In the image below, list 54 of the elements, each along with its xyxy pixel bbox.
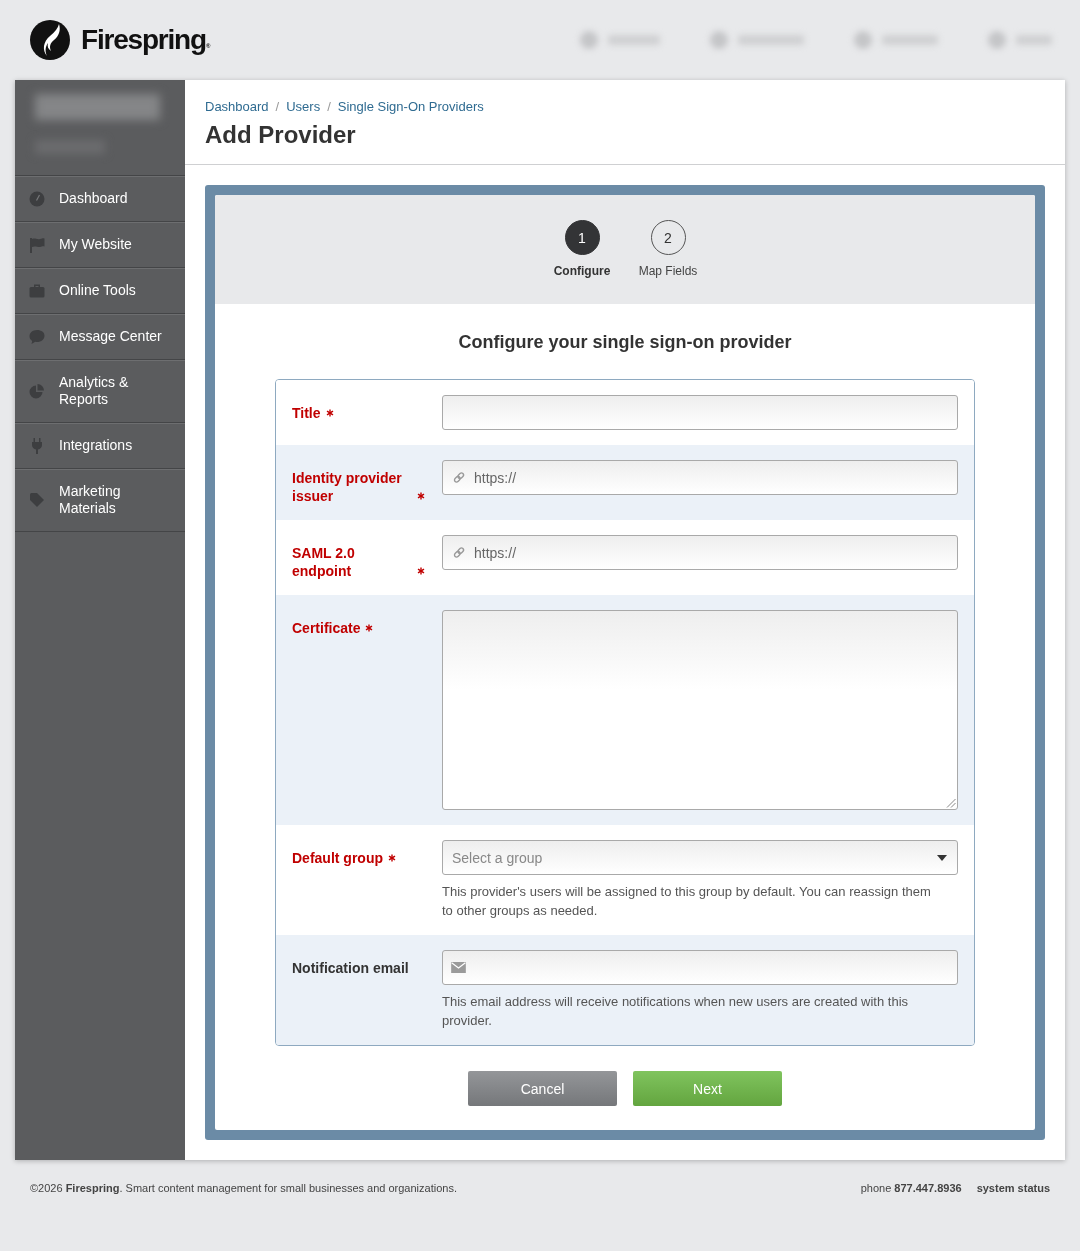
envelope-icon (451, 962, 466, 973)
help-text: This provider's users will be assigned to this group by default. You can reassign them to other groups as needed. (442, 883, 932, 920)
cancel-button[interactable]: Cancel (468, 1071, 617, 1106)
breadcrumb-link[interactable]: Dashboard (205, 98, 269, 116)
link-icon (451, 546, 467, 559)
step-number: 1 (564, 220, 600, 255)
breadcrumb-link[interactable]: Single Sign-On Providers (337, 98, 484, 116)
required-asterisk-icon (417, 567, 425, 575)
field-label: SAML 2.0 endpoint (292, 544, 356, 580)
required-asterisk-icon (388, 854, 396, 862)
phone-text: phone 877.447.8936 (860, 1181, 962, 1195)
blurred-nav-drawing (988, 31, 1052, 49)
form-heading: Configure your single sign-on provider (457, 331, 793, 353)
breadcrumb-link[interactable]: Users (286, 98, 321, 116)
help-text: This email address will receive notifications when new users are created with this provider. (442, 993, 910, 1030)
sidebar-item[interactable]: Marketing Materials (15, 469, 185, 532)
sidebar-item[interactable]: Integrations (15, 423, 185, 469)
sidebar-item[interactable]: My Website (15, 222, 185, 268)
required-asterisk-icon (325, 409, 334, 417)
step-label: Map Fields (638, 264, 698, 278)
email-field[interactable] (442, 950, 958, 985)
sidebar-item[interactable]: Online Tools (15, 268, 185, 314)
url-field[interactable]: https:// (442, 460, 958, 495)
input-field[interactable] (442, 395, 958, 430)
copyright-text: ©2026 Firespring. Smart content management for small businesses and organizations. (30, 1181, 457, 1195)
url-field[interactable]: https:// (442, 535, 958, 570)
required-asterisk-icon (365, 624, 374, 632)
tag-icon (29, 492, 45, 508)
sidebar-item[interactable]: Message Center (15, 314, 185, 360)
field-label: Notification email (292, 959, 409, 977)
step-label: Configure (553, 264, 611, 278)
breadcrumb-separator: / (327, 98, 331, 116)
sidebar-item[interactable]: Analytics & Reports (15, 360, 185, 423)
sidebar-item[interactable]: Dashboard (15, 176, 185, 222)
gauge-icon (29, 190, 45, 207)
field-label: Certificate (292, 619, 361, 637)
system-status-link[interactable]: system status (976, 1181, 1050, 1195)
field-label: Identity provider issuer (292, 469, 403, 505)
plug-icon (29, 437, 45, 454)
flag-icon (29, 236, 45, 253)
breadcrumb-separator: / (275, 98, 280, 116)
page-title: Add Provider (205, 120, 357, 150)
resize-grip-icon[interactable] (946, 798, 956, 808)
text-area-field[interactable] (442, 610, 958, 810)
required-asterisk-icon (417, 492, 425, 500)
briefcase-icon (29, 282, 45, 299)
pie-chart-icon (29, 383, 45, 399)
speech-bubble-icon (29, 328, 45, 345)
field-label: Title (292, 404, 321, 422)
link-icon (451, 471, 467, 484)
select-dropdown[interactable]: Select a group (442, 840, 958, 875)
caret-down-icon (937, 854, 947, 861)
field-label: Default group (292, 849, 383, 867)
flame-logo-icon (30, 20, 70, 60)
